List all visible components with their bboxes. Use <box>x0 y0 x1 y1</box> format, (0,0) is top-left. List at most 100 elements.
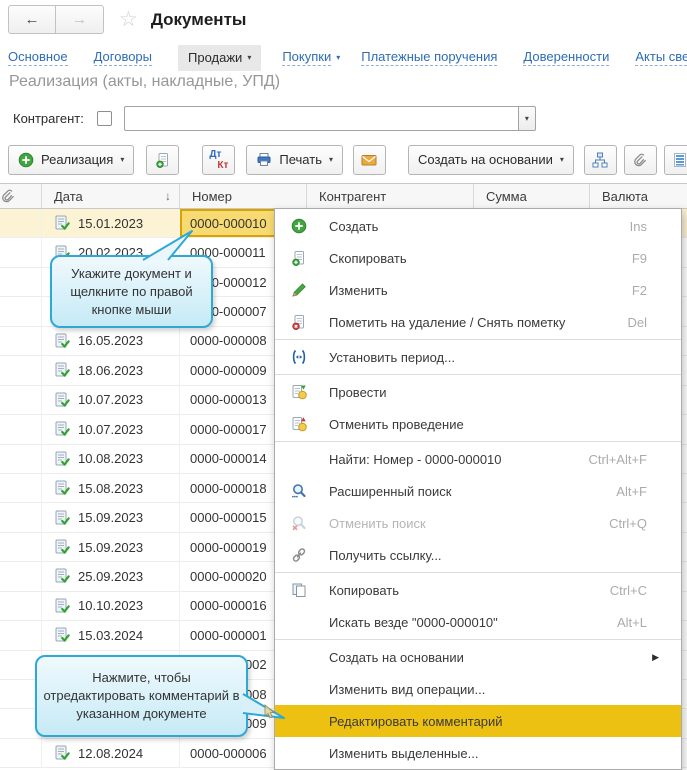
copy-document-button[interactable] <box>146 145 179 175</box>
contragent-filter-checkbox[interactable] <box>97 111 112 126</box>
column-header[interactable]: Номер <box>180 184 307 208</box>
favorite-star-icon[interactable]: ☆ <box>119 5 138 34</box>
context-menu-item[interactable]: Отменить поиск Ctrl+Q <box>275 507 681 539</box>
date-value: 10.07.2023 <box>78 422 143 437</box>
create-icon <box>291 218 307 234</box>
context-menu-item[interactable]: Найти: Номер - 0000-000010 Ctrl+Alt+F <box>275 443 681 475</box>
tooltip-line: указанном документе <box>76 705 206 723</box>
document-structure-button[interactable] <box>584 145 617 175</box>
date-cell: 15.01.2023 <box>42 209 180 237</box>
context-menu-item[interactable]: Расширенный поиск Alt+F <box>275 475 681 507</box>
create-based-on-button[interactable]: Создать на основании ▾ <box>408 145 574 175</box>
doc-check-icon <box>54 421 70 437</box>
context-menu-item[interactable]: Изменить выделенные... <box>275 737 681 769</box>
menu-item-label: Изменить вид операции... <box>329 682 635 697</box>
context-menu-item[interactable]: Отменить проведение <box>275 408 681 440</box>
contragent-filter-label: Контрагент: <box>13 111 84 126</box>
date-cell: 16.05.2023 <box>42 327 180 355</box>
context-menu-item[interactable]: Пометить на удаление / Снять пометку Del <box>275 306 681 338</box>
context-menu-item[interactable]: Копировать Ctrl+C <box>275 574 681 606</box>
context-menu-item[interactable]: Изменить вид операции... <box>275 673 681 705</box>
forward-button[interactable]: → <box>56 5 104 34</box>
attachments-button[interactable] <box>624 145 657 175</box>
attachment-cell <box>0 592 42 620</box>
menu-item-label: Искать везде "0000-000010" <box>329 615 605 630</box>
doc-check-icon <box>54 451 70 467</box>
date-cell: 25.09.2023 <box>42 562 180 590</box>
attachment-cell <box>0 238 42 266</box>
menu-item-shortcut: Ctrl+Q <box>609 516 647 531</box>
tab-label: Покупки <box>282 49 331 66</box>
tab[interactable]: Договоры <box>94 44 157 71</box>
tab[interactable]: Основное <box>8 44 73 71</box>
context-menu-item[interactable]: Получить ссылку... <box>275 539 681 571</box>
column-header[interactable]: Сумма <box>474 184 590 208</box>
tooltip-line: Укажите документ и <box>71 265 192 283</box>
list-icon <box>672 152 687 168</box>
attachment-cell <box>0 268 42 296</box>
menu-item-label: Копировать <box>329 583 598 598</box>
contragent-input[interactable] <box>124 106 519 131</box>
doc-check-icon <box>54 333 70 349</box>
dt-kt-button[interactable]: Дт Кт <box>202 145 235 175</box>
copy-new-icon <box>291 250 307 266</box>
doc-check-icon <box>54 539 70 555</box>
envelope-icon <box>361 152 377 168</box>
submenu-arrow-icon: ▶ <box>652 652 659 663</box>
attachment-cell <box>0 533 42 561</box>
register-list-button[interactable] <box>664 145 687 175</box>
tab[interactable]: Платежные поручения <box>361 44 502 71</box>
menu-separator <box>275 639 681 640</box>
print-button[interactable]: Печать ▾ <box>246 145 343 175</box>
tab[interactable]: Акты свер <box>635 44 687 71</box>
column-label: Дата <box>54 189 83 204</box>
contragent-dropdown-button[interactable]: ▾ <box>519 106 536 131</box>
menu-item-label: Провести <box>329 385 635 400</box>
attachment-cell <box>0 415 42 443</box>
number-value: 0000-000014 <box>190 451 267 466</box>
date-cell: 18.06.2023 <box>42 356 180 384</box>
date-value: 15.09.2023 <box>78 540 143 555</box>
date-value: 15.08.2023 <box>78 481 143 496</box>
context-menu-item[interactable]: Провести <box>275 376 681 408</box>
back-button[interactable]: ← <box>8 5 56 34</box>
context-menu-item[interactable]: Редактировать комментарий <box>275 705 681 737</box>
context-menu-item[interactable]: Искать везде "0000-000010" Alt+L <box>275 606 681 638</box>
attachment-cell <box>0 503 42 531</box>
number-value: 0000-000017 <box>190 422 267 437</box>
menu-item-label: Изменить выделенные... <box>329 746 635 761</box>
tab[interactable]: Продажи ▾ <box>178 45 261 71</box>
context-menu-item[interactable]: Скопировать F9 <box>275 242 681 274</box>
context-menu-item[interactable]: Создать Ins <box>275 210 681 242</box>
tab[interactable]: Покупки ▾ <box>282 44 340 71</box>
column-header[interactable] <box>0 184 42 208</box>
context-menu-item[interactable]: Изменить F2 <box>275 274 681 306</box>
plus-circle-icon <box>18 152 34 168</box>
attachment-cell <box>0 297 42 325</box>
column-header[interactable]: Контрагент <box>307 184 474 208</box>
chevron-down-icon: ▾ <box>336 53 340 62</box>
doc-check-icon <box>54 627 70 643</box>
column-header[interactable]: Дата ↓ <box>42 184 180 208</box>
date-cell: 10.10.2023 <box>42 592 180 620</box>
page-title-main: Документы <box>151 10 247 30</box>
context-menu-item[interactable]: Установить период... <box>275 341 681 373</box>
menu-item-label: Пометить на удаление / Снять пометку <box>329 315 615 330</box>
attachment-cell <box>0 474 42 502</box>
date-cell: 15.03.2024 <box>42 621 180 649</box>
context-menu-item[interactable]: Создать на основании ▶ <box>275 641 681 673</box>
number-value: 0000-000020 <box>190 569 267 584</box>
tooltip-line: Нажмите, чтобы <box>92 669 190 687</box>
email-button[interactable] <box>353 145 386 175</box>
date-value: 25.09.2023 <box>78 569 143 584</box>
tab-label: Доверенности <box>523 49 609 66</box>
date-value: 18.06.2023 <box>78 363 143 378</box>
menu-item-label: Расширенный поиск <box>329 484 604 499</box>
column-header[interactable]: Валюта <box>590 184 687 208</box>
date-value: 12.08.2024 <box>78 746 143 761</box>
menu-separator <box>275 441 681 442</box>
tab[interactable]: Доверенности <box>523 44 614 71</box>
create-realization-button[interactable]: Реализация ▾ <box>8 145 134 175</box>
section-tabs: Основное Договоры Продажи ▾ Покупки ▾ Пл… <box>8 44 687 71</box>
window-header: ← → ☆ Документы <box>8 5 246 34</box>
